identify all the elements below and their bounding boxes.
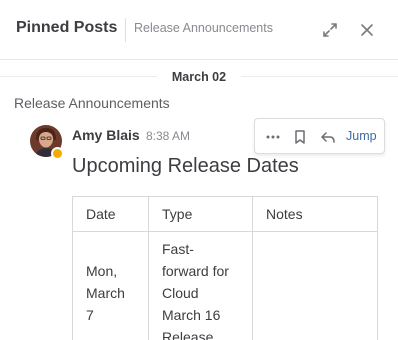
more-dots-icon[interactable] <box>263 127 283 147</box>
jump-link[interactable]: Jump <box>346 129 377 143</box>
date-separator: March 02 <box>157 66 241 88</box>
reply-icon[interactable] <box>318 127 338 147</box>
table-header-type: Type <box>148 196 253 232</box>
post-author[interactable]: Amy Blais <box>72 127 140 143</box>
expand-icon[interactable] <box>320 20 340 40</box>
table-header-notes: Notes <box>252 196 378 232</box>
table-row: Mon, March 7 Fast-forward for Cloud Marc… <box>72 231 378 340</box>
close-icon[interactable] <box>357 20 377 40</box>
table-cell-date: Mon, March 7 <box>72 231 149 340</box>
pinned-posts-header: Pinned Posts Release Announcements <box>0 0 398 60</box>
channel-subtitle: Release Announcements <box>134 21 273 35</box>
panel-title: Pinned Posts <box>16 19 118 36</box>
table-header-row: Date Type Notes <box>72 196 378 232</box>
bookmark-icon[interactable] <box>290 127 310 147</box>
release-dates-table: Date Type Notes Mon, March 7 Fast-forwar… <box>72 196 378 340</box>
post-time[interactable]: 8:38 AM <box>146 129 190 143</box>
table-cell-notes <box>252 231 378 340</box>
post-actions-menu: Jump <box>254 118 385 154</box>
table-cell-type: Fast-forward for Cloud March 16 Release <box>148 231 253 340</box>
table-header-date: Date <box>72 196 149 232</box>
post-heading: Upcoming Release Dates <box>72 155 299 177</box>
status-away-badge <box>51 147 64 160</box>
header-divider <box>125 18 126 42</box>
channel-name[interactable]: Release Announcements <box>14 95 170 111</box>
